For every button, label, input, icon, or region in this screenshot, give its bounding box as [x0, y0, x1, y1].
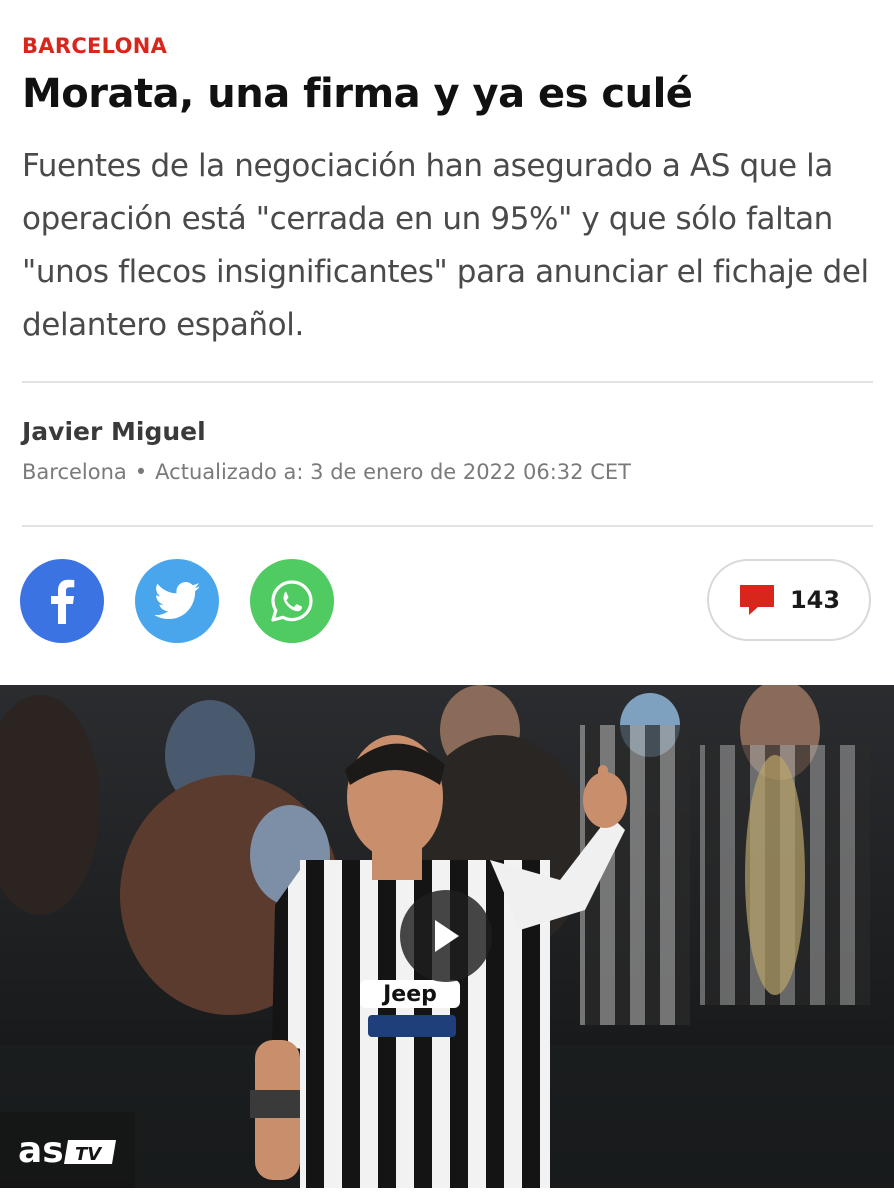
- divider: [22, 525, 873, 527]
- byline-location: Barcelona: [22, 460, 127, 484]
- svg-text:as: as: [18, 1130, 64, 1170]
- svg-text:TV: TV: [75, 1144, 103, 1165]
- section-kicker[interactable]: BARCELONA: [22, 34, 167, 58]
- whatsapp-icon: [271, 580, 313, 622]
- article-page: BARCELONA Morata, una firma y ya es culé…: [0, 0, 894, 1200]
- comments-count: 143: [789, 586, 841, 614]
- as-tv-logo-mark: as TV: [18, 1130, 116, 1170]
- article-subtitle: Fuentes de la negociación han asegurado …: [22, 148, 869, 343]
- share-twitter-button[interactable]: [135, 559, 219, 643]
- byline-updated: Actualizado a: 3 de enero de 2022 06:32 …: [155, 460, 631, 484]
- twitter-icon: [154, 582, 200, 620]
- facebook-icon: [51, 579, 75, 624]
- share-facebook-button[interactable]: [20, 559, 104, 643]
- divider: [22, 381, 873, 383]
- comment-bubble-icon: [739, 585, 774, 615]
- as-tv-logo: as TV: [0, 1112, 135, 1188]
- play-icon: [435, 920, 459, 952]
- article-headline: Morata, una firma y ya es culé: [22, 71, 693, 117]
- share-whatsapp-button[interactable]: [250, 559, 334, 643]
- play-button[interactable]: [400, 890, 492, 982]
- svg-text:Jeep: Jeep: [381, 982, 437, 1007]
- comments-button[interactable]: 143: [707, 559, 871, 641]
- author-name[interactable]: Javier Miguel: [22, 417, 206, 446]
- byline-separator: •: [134, 460, 148, 484]
- byline-meta: Barcelona • Actualizado a: 3 de enero de 2…: [22, 460, 631, 484]
